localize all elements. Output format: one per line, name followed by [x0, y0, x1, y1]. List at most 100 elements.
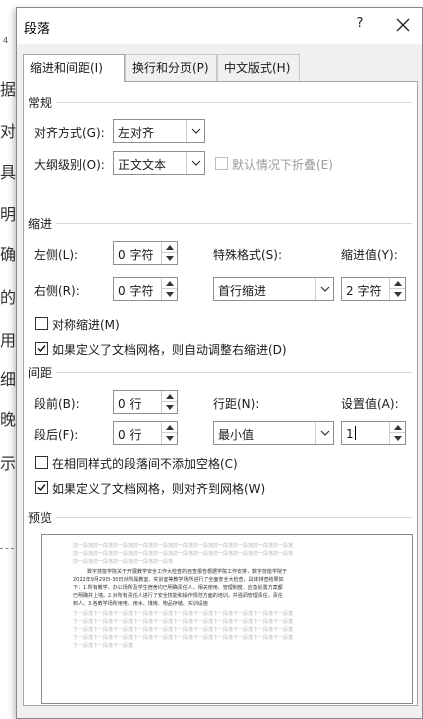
no-space-same-style-checkbox[interactable]: [35, 456, 48, 469]
title-bar[interactable]: 段落 ?: [17, 8, 422, 44]
dialog-title: 段落: [24, 22, 51, 37]
chevron-down-icon: [320, 430, 330, 436]
dropdown-arrow[interactable]: [315, 422, 333, 444]
triangle-down-icon: [166, 436, 174, 441]
section-indent-label: 缩进: [28, 217, 53, 231]
doc-char: 据: [0, 80, 17, 99]
space-before-value: 0 行: [118, 397, 142, 411]
indent-right-spinner[interactable]: 0 字符: [113, 277, 178, 301]
alignment-label: 对齐方式(G):: [34, 126, 105, 140]
preview-next-line: 下一段落下一段落下一段落下一段落下一段落下一段落下一段落下一段落下一段落下一段落…: [73, 635, 294, 641]
spin-down-button[interactable]: [389, 433, 405, 444]
doc-char: 晚: [0, 410, 17, 429]
help-button[interactable]: ?: [353, 16, 367, 34]
doc-char: 明: [0, 205, 17, 224]
dropdown-arrow[interactable]: [186, 120, 204, 142]
preview-sample-line: 2022年9月29日-30日对所属教室、实训室等教学场所进行了全面安全大检查，具…: [73, 577, 284, 583]
snap-to-grid-label: 如果定义了文档网格，则对齐到网格(W): [52, 482, 266, 496]
outline-level-value: 正文文本: [118, 158, 167, 172]
special-indent-select[interactable]: 首行缩进: [213, 277, 334, 301]
dropdown-arrow[interactable]: [186, 152, 204, 174]
spin-up-button[interactable]: [161, 242, 177, 253]
triangle-down-icon: [394, 292, 402, 297]
space-before-label: 段前(B):: [34, 397, 80, 411]
spin-down-button[interactable]: [389, 289, 405, 300]
triangle-down-icon: [166, 292, 174, 297]
preview-sample-line: 到人。3.各教学场所用电、用水、煤烤、物品存储、实训设施: [73, 601, 208, 607]
checkmark-icon: [37, 484, 46, 492]
indent-by-spinner[interactable]: 2 字符: [341, 277, 406, 301]
spin-down-button[interactable]: [161, 433, 177, 444]
doc-char: 对: [0, 122, 17, 141]
triangle-up-icon: [166, 245, 174, 250]
chevron-down-icon: [191, 160, 201, 166]
spin-up-button[interactable]: [389, 422, 405, 433]
triangle-up-icon: [166, 394, 174, 399]
tab-indents-spacing[interactable]: 缩进和间距(I): [23, 54, 125, 82]
space-after-value: 0 行: [118, 428, 142, 442]
collapse-checkbox[interactable]: [215, 157, 228, 170]
special-indent-value: 首行缩进: [218, 284, 267, 298]
line-spacing-at-value: 1: [346, 427, 354, 441]
doc-char: 确: [0, 245, 17, 264]
indent-left-label: 左侧(L):: [34, 248, 79, 262]
background-document: 4 据 对 具 明 确 的 用 细 晚 示: [0, 0, 16, 719]
snap-to-grid-checkbox[interactable]: [35, 481, 48, 494]
spin-down-button[interactable]: [161, 289, 177, 300]
auto-adjust-right-indent-label: 如果定义了文档网格，则自动调整右缩进(D): [52, 343, 287, 357]
auto-adjust-right-indent-checkbox[interactable]: [35, 342, 48, 355]
preview-prev-line: 前一段落前一段落前一段落前一段落前一段落: [73, 559, 174, 565]
indent-right-value: 0 字符: [118, 284, 154, 298]
dropdown-arrow[interactable]: [315, 278, 333, 300]
checkmark-icon: [37, 345, 46, 353]
tab-line-page-breaks[interactable]: 换行和分页(P): [125, 54, 217, 81]
preview-sample-line: 下：1.所有教学、办公场所及学生宿舍均已明确责任人，相关使用、管理制度、应急处置…: [73, 585, 283, 591]
indent-by-label: 缩进值(Y):: [341, 248, 398, 262]
preview-pane: 前一段落前一段落前一段落前一段落前一段落前一段落前一段落前一段落前一段落前一段落…: [41, 534, 413, 704]
paragraph-dialog: 段落 ? 缩进和间距(I) 换行和分页(P) 中文版式(H) 常规 对齐方式(G…: [16, 7, 423, 719]
space-after-spinner[interactable]: 0 行: [113, 421, 178, 445]
space-after-label: 段后(F):: [34, 428, 79, 442]
spin-down-button[interactable]: [161, 253, 177, 264]
indent-left-spinner[interactable]: 0 字符: [113, 241, 178, 265]
section-preview-label: 预览: [28, 511, 53, 525]
space-before-spinner[interactable]: 0 行: [113, 390, 178, 414]
collapse-label: 默认情况下折叠(E): [232, 158, 333, 172]
chevron-down-icon: [320, 286, 330, 292]
preview-sample-line: 数字技能学院关于开展教学安全工作大检查的自查报告根据学院工作安排，数字技能学院于: [87, 569, 288, 575]
line-spacing-at-input[interactable]: 1: [346, 426, 356, 441]
doc-char: 的: [0, 288, 17, 307]
preview-next-line: 下一段落下一段落下一段落: [73, 643, 134, 649]
alignment-select[interactable]: 左对齐: [113, 119, 205, 143]
section-general-label: 常规: [28, 96, 53, 110]
indent-left-value: 0 字符: [118, 248, 154, 262]
line-spacing-select[interactable]: 最小值: [213, 421, 334, 445]
outline-level-select[interactable]: 正文文本: [113, 151, 205, 175]
line-spacing-value: 最小值: [218, 428, 255, 442]
doc-char: 具: [0, 163, 17, 182]
ruler-page-number: 4: [3, 36, 9, 45]
mirror-indents-checkbox[interactable]: [35, 317, 48, 330]
doc-char: 示: [0, 454, 17, 473]
triangle-up-icon: [394, 281, 402, 286]
doc-char: 用: [0, 331, 17, 350]
line-spacing-at-label: 设置值(A):: [341, 397, 399, 411]
preview-next-line: 下一段落下一段落下一段落下一段落下一段落下一段落下一段落下一段落下一段落下一段落…: [73, 619, 294, 625]
spin-up-button[interactable]: [161, 278, 177, 289]
chevron-down-icon: [191, 128, 201, 134]
triangle-up-icon: [166, 281, 174, 286]
spin-up-button[interactable]: [161, 422, 177, 433]
special-indent-label: 特殊格式(S):: [213, 248, 283, 262]
spin-up-button[interactable]: [161, 391, 177, 402]
indent-by-value: 2 字符: [346, 284, 382, 298]
line-spacing-at-spinner[interactable]: 1: [341, 421, 406, 445]
preview-prev-line: 前一段落前一段落前一段落前一段落前一段落前一段落前一段落前一段落前一段落前一段落…: [73, 543, 294, 549]
spin-down-button[interactable]: [161, 402, 177, 413]
spin-up-button[interactable]: [389, 278, 405, 289]
triangle-down-icon: [394, 436, 402, 441]
triangle-up-icon: [394, 425, 402, 430]
close-button[interactable]: [391, 13, 415, 37]
tab-asian-typography[interactable]: 中文版式(H): [217, 54, 300, 81]
section-divider: [56, 223, 412, 224]
page-break-line: [0, 548, 14, 549]
